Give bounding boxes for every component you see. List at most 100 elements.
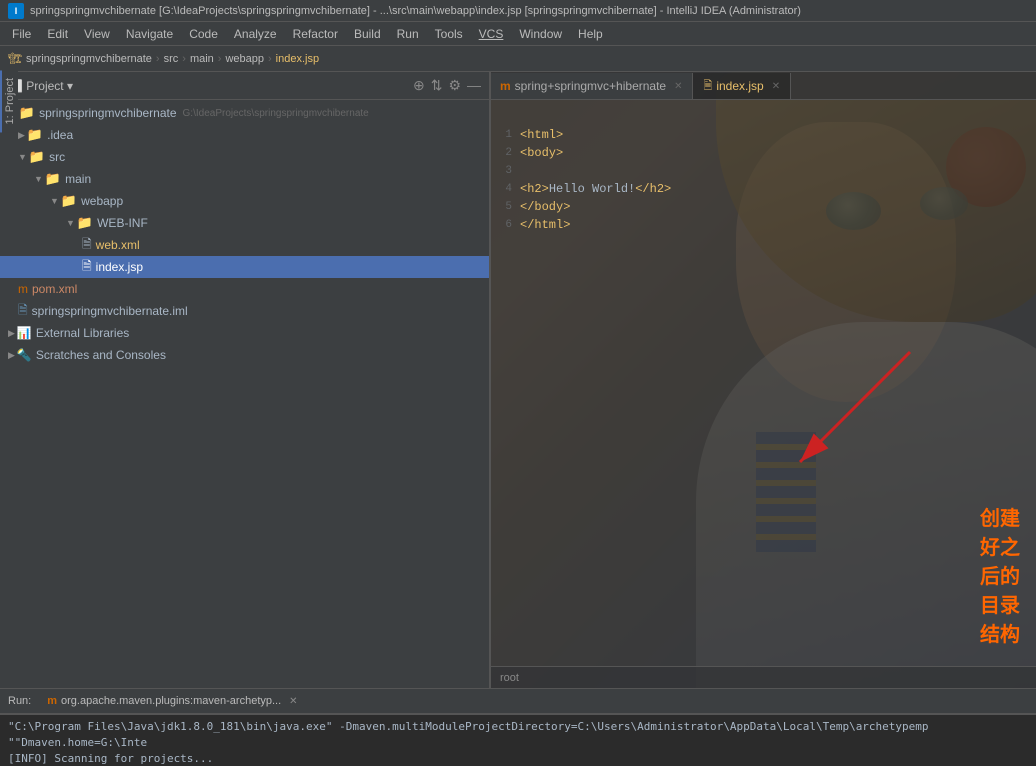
src-arrow: ▼ bbox=[18, 152, 27, 162]
console-line-2: [INFO] Scanning for projects... bbox=[8, 751, 1028, 766]
project-tree: ▼ 📁 springspringmvchibernate G:\IdeaProj… bbox=[0, 100, 489, 688]
console-text-1: "C:\Program Files\Java\jdk1.8.0_181\bin\… bbox=[8, 720, 929, 749]
scratches-icon: 🔦 bbox=[17, 348, 32, 362]
run-tab-close[interactable]: ✕ bbox=[289, 696, 297, 707]
tree-scratches[interactable]: ▶ 🔦 Scratches and Consoles bbox=[0, 344, 489, 366]
tab-spring-close[interactable]: ✕ bbox=[674, 81, 682, 92]
title-bar: I springspringmvchibernate [G:\IdeaProje… bbox=[0, 0, 1036, 22]
menu-view[interactable]: View bbox=[76, 25, 118, 43]
root-icon: 📁 bbox=[19, 105, 35, 121]
tab-indexjsp[interactable]: 🗎 index.jsp ✕ bbox=[693, 73, 791, 99]
breadcrumb-project[interactable]: springspringmvchibernate bbox=[26, 53, 152, 65]
webapp-arrow: ▼ bbox=[50, 196, 59, 206]
tab-indexjsp-close[interactable]: ✕ bbox=[772, 81, 780, 92]
root-path: G:\IdeaProjects\springspringmvchibernate bbox=[183, 108, 369, 119]
scratches-label: Scratches and Consoles bbox=[36, 348, 166, 362]
tree-webxml[interactable]: 🗎 web.xml bbox=[0, 234, 489, 256]
main-arrow: ▼ bbox=[34, 174, 43, 184]
run-bar: Run: m org.apache.maven.plugins:maven-ar… bbox=[0, 688, 1036, 714]
code-line-2: 2 <body> bbox=[490, 144, 1036, 162]
add-icon[interactable]: ⊕ bbox=[413, 77, 425, 94]
iml-icon: 🗎 bbox=[18, 301, 28, 322]
title-text: springspringmvchibernate [G:\IdeaProject… bbox=[30, 5, 801, 17]
menu-code[interactable]: Code bbox=[181, 25, 226, 43]
run-tab-label: org.apache.maven.plugins:maven-archetyp.… bbox=[61, 695, 281, 707]
menu-build[interactable]: Build bbox=[346, 25, 389, 43]
extlibs-icon: 📊 bbox=[17, 326, 32, 340]
tree-idea[interactable]: ▶ 📁 .idea bbox=[0, 124, 489, 146]
menu-file[interactable]: File bbox=[4, 25, 39, 43]
sort-icon[interactable]: ⇅ bbox=[431, 77, 443, 94]
status-root-label: root bbox=[500, 672, 519, 684]
tree-src[interactable]: ▼ 📁 src bbox=[0, 146, 489, 168]
idea-folder-icon: 📁 bbox=[27, 127, 43, 143]
tree-root[interactable]: ▼ 📁 springspringmvchibernate G:\IdeaProj… bbox=[0, 102, 489, 124]
collapse-icon[interactable]: — bbox=[467, 77, 481, 94]
main-label: main bbox=[65, 172, 91, 186]
idea-label: .idea bbox=[47, 128, 73, 142]
editor-status-bar: root bbox=[490, 666, 1036, 688]
settings-icon[interactable]: ⚙ bbox=[448, 77, 461, 94]
menu-navigate[interactable]: Navigate bbox=[118, 25, 181, 43]
tree-webapp[interactable]: ▼ 📁 webapp bbox=[0, 190, 489, 212]
editor-tabs: m spring+springmvc+hibernate ✕ 🗎 index.j… bbox=[490, 72, 1036, 100]
webxml-icon: 🗎 bbox=[82, 235, 92, 256]
run-tab-icon: m bbox=[47, 695, 57, 707]
app-icon: I bbox=[8, 3, 24, 19]
menu-bar: File Edit View Navigate Code Analyze Ref… bbox=[0, 22, 1036, 46]
sidebar-toolbar: ⬜ Project ▾ ⊕ ⇅ ⚙ — bbox=[0, 72, 489, 100]
console-output: "C:\Program Files\Java\jdk1.8.0_181\bin\… bbox=[0, 714, 1036, 766]
menu-edit[interactable]: Edit bbox=[39, 25, 76, 43]
menu-refactor[interactable]: Refactor bbox=[285, 25, 346, 43]
tree-iml[interactable]: 🗎 springspringmvchibernate.iml bbox=[0, 300, 489, 322]
tree-webinf[interactable]: ▼ 📁 WEB-INF bbox=[0, 212, 489, 234]
tree-pomxml[interactable]: m pom.xml bbox=[0, 278, 489, 300]
tab-spring[interactable]: m spring+springmvc+hibernate ✕ bbox=[490, 73, 693, 99]
breadcrumb-webapp[interactable]: webapp bbox=[225, 53, 264, 65]
tree-indexjsp[interactable]: 🗎 index.jsp bbox=[0, 256, 489, 278]
menu-vcs[interactable]: VCS bbox=[471, 25, 512, 43]
project-label: ⬜ Project ▾ bbox=[8, 79, 413, 93]
webinf-folder-icon: 📁 bbox=[77, 215, 93, 231]
menu-run[interactable]: Run bbox=[389, 25, 427, 43]
extlibs-label: External Libraries bbox=[36, 326, 129, 340]
tab-spring-label: spring+springmvc+hibernate bbox=[515, 79, 666, 93]
webxml-label: web.xml bbox=[96, 238, 140, 252]
pomxml-icon: m bbox=[18, 282, 28, 296]
run-tab[interactable]: m org.apache.maven.plugins:maven-archety… bbox=[39, 688, 305, 714]
editor-content[interactable]: 1 <html> 2 <body> 3 4 <h2>Hello World!</… bbox=[490, 100, 1036, 666]
menu-tools[interactable]: Tools bbox=[427, 25, 471, 43]
console-text-2: [INFO] Scanning for projects... bbox=[8, 752, 213, 765]
project-vertical-tab[interactable]: 1: Project bbox=[0, 70, 18, 132]
src-folder-icon: 📁 bbox=[29, 149, 45, 165]
code-line-5: 5 </body> bbox=[490, 198, 1036, 216]
menu-window[interactable]: Window bbox=[511, 25, 570, 43]
breadcrumb-icon: 🏗 bbox=[8, 52, 22, 65]
breadcrumb-main[interactable]: main bbox=[190, 53, 214, 65]
sidebar-toolbar-icons: ⊕ ⇅ ⚙ — bbox=[413, 77, 481, 94]
webapp-folder-icon: 📁 bbox=[61, 193, 77, 209]
webinf-arrow: ▼ bbox=[66, 218, 75, 228]
code-line-3: 3 bbox=[490, 162, 1036, 180]
extlibs-arrow: ▶ bbox=[8, 328, 15, 339]
code-line-empty bbox=[490, 108, 1036, 126]
tree-external-libs[interactable]: ▶ 📊 External Libraries bbox=[0, 322, 489, 344]
code-line-4: 4 <h2>Hello World!</h2> bbox=[490, 180, 1036, 198]
editor-sidebar-divider bbox=[490, 72, 491, 688]
indexjsp-icon: 🗎 bbox=[82, 257, 92, 278]
code-line-6: 6 </html> bbox=[490, 216, 1036, 234]
pomxml-label: pom.xml bbox=[32, 282, 77, 296]
editor-area: m spring+springmvc+hibernate ✕ 🗎 index.j… bbox=[490, 72, 1036, 688]
console-line-1: "C:\Program Files\Java\jdk1.8.0_181\bin\… bbox=[8, 719, 1028, 751]
indexjsp-label: index.jsp bbox=[96, 260, 143, 274]
tree-main[interactable]: ▼ 📁 main bbox=[0, 168, 489, 190]
tab-indexjsp-icon: 🗎 bbox=[703, 77, 712, 96]
menu-help[interactable]: Help bbox=[570, 25, 611, 43]
main-layout: ⬜ Project ▾ ⊕ ⇅ ⚙ — ▼ 📁 springspringmvch… bbox=[0, 72, 1036, 688]
breadcrumb-file[interactable]: index.jsp bbox=[276, 53, 319, 65]
webapp-label: webapp bbox=[81, 194, 123, 208]
project-sidebar: ⬜ Project ▾ ⊕ ⇅ ⚙ — ▼ 📁 springspringmvch… bbox=[0, 72, 490, 688]
main-folder-icon: 📁 bbox=[45, 171, 61, 187]
menu-analyze[interactable]: Analyze bbox=[226, 25, 285, 43]
breadcrumb-src[interactable]: src bbox=[164, 53, 179, 65]
